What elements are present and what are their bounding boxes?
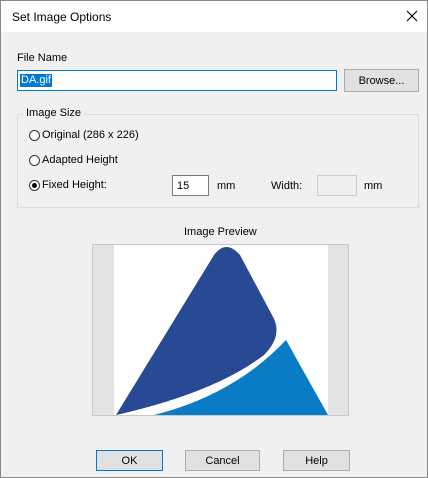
close-button[interactable] xyxy=(401,5,423,27)
image-preview xyxy=(92,244,349,416)
close-icon xyxy=(406,10,418,22)
radio-adapted-height-label: Adapted Height xyxy=(42,154,118,166)
image-preview-label: Image Preview xyxy=(184,226,257,238)
fixed-height-value: 15 xyxy=(177,180,190,192)
radio-fixed-height-indicator xyxy=(29,179,40,191)
file-name-label: File Name xyxy=(17,52,68,64)
image-size-group-label: Image Size xyxy=(23,107,85,119)
file-name-value: DA.gif xyxy=(20,74,52,87)
radio-adapted-height-indicator xyxy=(29,154,40,166)
radio-fixed-height[interactable]: Fixed Height: xyxy=(29,179,107,191)
width-input xyxy=(317,175,357,196)
cancel-button[interactable]: Cancel xyxy=(185,450,260,471)
radio-original[interactable]: Original (286 x 226) xyxy=(29,129,139,141)
width-label: Width: xyxy=(271,180,303,192)
fixed-height-input[interactable]: 15 xyxy=(172,175,209,196)
radio-adapted-height[interactable]: Adapted Height xyxy=(29,154,118,166)
dialog-title: Set Image Options xyxy=(12,10,112,24)
ok-button[interactable]: OK xyxy=(96,450,163,471)
title-bar: Set Image Options xyxy=(1,1,427,32)
height-unit-label: mm xyxy=(217,180,236,192)
file-name-input[interactable]: DA.gif xyxy=(17,70,337,91)
help-button[interactable]: Help xyxy=(283,450,350,471)
radio-original-indicator xyxy=(29,129,40,141)
logo-image xyxy=(116,247,328,415)
browse-button[interactable]: Browse... xyxy=(344,69,419,92)
set-image-options-dialog: Set Image Options File Name DA.gif Brows… xyxy=(0,0,428,478)
radio-selected-dot xyxy=(32,182,37,188)
radio-fixed-height-label: Fixed Height: xyxy=(42,179,107,191)
width-unit-label: mm xyxy=(364,180,383,192)
radio-original-label: Original (286 x 226) xyxy=(42,129,139,141)
